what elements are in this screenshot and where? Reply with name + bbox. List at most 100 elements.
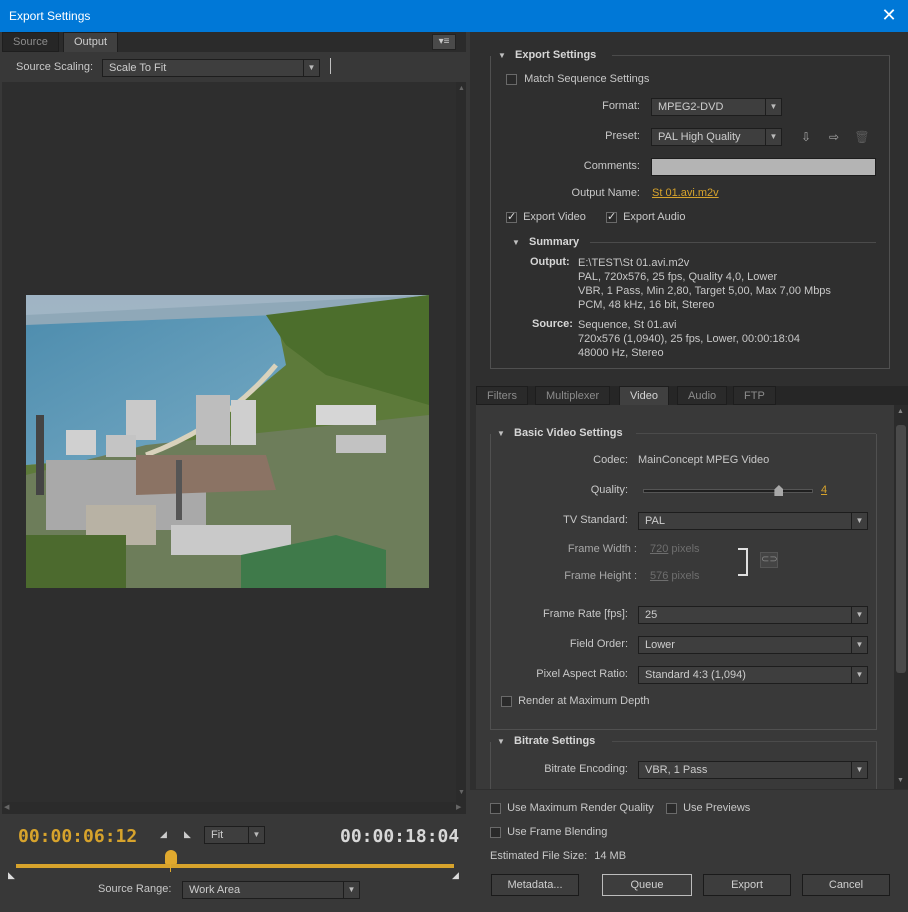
codec-value: MainConcept MPEG Video xyxy=(638,454,770,466)
import-preset-icon[interactable]: ⇨ xyxy=(826,130,842,144)
summary-source-line: 48000 Hz, Stereo xyxy=(578,347,664,359)
checkbox[interactable] xyxy=(606,210,617,223)
zoom-value: Fit xyxy=(211,829,224,841)
checkbox[interactable] xyxy=(506,210,517,223)
queue-button[interactable]: Queue xyxy=(602,874,692,896)
tab-filters[interactable]: Filters xyxy=(476,386,528,405)
summary-source-line: Sequence, St 01.avi xyxy=(578,319,677,331)
frame-blending-label: Use Frame Blending xyxy=(507,826,608,838)
frame-rate-label: Frame Rate [fps]: xyxy=(543,608,628,620)
viewer-vertical-scrollbar[interactable]: ▲ ▼ xyxy=(456,82,466,802)
scroll-up-icon[interactable]: ▲ xyxy=(458,85,465,92)
video-frame xyxy=(26,295,429,588)
preset-label: Preset: xyxy=(605,130,640,142)
chevron-down-icon: ▼ xyxy=(765,129,781,145)
scroll-up-icon[interactable]: ▲ xyxy=(897,408,904,415)
link-icon[interactable]: ⊂⊃ xyxy=(760,552,778,568)
tv-standard-label: TV Standard: xyxy=(563,514,628,526)
chevron-down-icon: ▼ xyxy=(851,607,867,623)
tab-source[interactable]: Source xyxy=(2,32,59,52)
format-label: Format: xyxy=(602,100,640,112)
metadata-button[interactable]: Metadata... xyxy=(491,874,579,896)
viewer-horizontal-scrollbar[interactable]: ◀ ▶ xyxy=(2,802,466,814)
tab-video[interactable]: Video xyxy=(619,386,669,405)
summary-output-line: E:\TEST\St 01.avi.m2v xyxy=(578,257,690,269)
playhead-line xyxy=(170,864,171,872)
frame-height: 576 pixels xyxy=(650,570,700,582)
checkbox[interactable] xyxy=(501,695,512,707)
source-scaling-value: Scale To Fit xyxy=(109,62,167,74)
match-sequence-label: Match Sequence Settings xyxy=(524,73,650,85)
source-range-dropdown[interactable]: Work Area ▼ xyxy=(182,881,360,899)
quality-value[interactable]: 4 xyxy=(821,484,827,496)
playhead-icon[interactable] xyxy=(165,850,177,864)
export-button[interactable]: Export xyxy=(703,874,791,896)
comments-label: Comments: xyxy=(583,160,640,172)
export-video-label: Export Video xyxy=(523,211,586,223)
render-max-depth-checkbox[interactable]: Render at Maximum Depth xyxy=(501,695,650,707)
frame-width-value[interactable]: 720 xyxy=(650,543,668,555)
scroll-thumb[interactable] xyxy=(896,425,906,673)
chevron-down-icon: ▼ xyxy=(343,882,359,898)
text-cursor xyxy=(330,58,331,74)
settings-scrollbar[interactable]: ▲ ▼ xyxy=(894,405,908,789)
tab-ftp[interactable]: FTP xyxy=(733,386,776,405)
scroll-down-icon[interactable]: ▼ xyxy=(897,777,904,784)
tv-standard-dropdown[interactable]: PAL ▼ xyxy=(638,512,868,530)
set-in-point-icon[interactable]: ◢ xyxy=(160,829,167,840)
use-previews-label: Use Previews xyxy=(683,802,751,814)
in-point-marker-icon[interactable]: ◣ xyxy=(8,870,15,881)
bitrate-encoding-value: VBR, 1 Pass xyxy=(645,764,708,776)
tab-audio[interactable]: Audio xyxy=(677,386,728,405)
quality-slider[interactable] xyxy=(643,485,813,496)
quality-label: Quality: xyxy=(590,484,628,496)
checkbox[interactable] xyxy=(506,73,517,85)
pixel-aspect-label: Pixel Aspect Ratio: xyxy=(536,668,628,680)
tab-multiplexer[interactable]: Multiplexer xyxy=(535,386,611,405)
chevron-down-icon: ▼ xyxy=(851,762,867,778)
checkbox[interactable] xyxy=(666,802,677,814)
preset-dropdown[interactable]: PAL High Quality ▼ xyxy=(651,128,782,146)
scroll-left-icon[interactable]: ◀ xyxy=(4,803,9,811)
comments-input[interactable] xyxy=(651,158,876,176)
tab-output[interactable]: Output xyxy=(63,32,119,52)
chevron-down-icon: ▼ xyxy=(851,667,867,683)
close-icon[interactable]: ✕ xyxy=(878,5,900,25)
pixel-aspect-value: Standard 4:3 (1,094) xyxy=(645,669,746,681)
zoom-dropdown[interactable]: Fit ▼ xyxy=(204,826,265,844)
tv-standard-value: PAL xyxy=(645,515,665,527)
frame-rate-dropdown[interactable]: 25 ▼ xyxy=(638,606,868,624)
panel-menu-icon[interactable]: ▾≡ xyxy=(432,34,456,50)
field-order-value: Lower xyxy=(645,639,675,651)
format-dropdown[interactable]: MPEG2-DVD ▼ xyxy=(651,98,782,116)
source-range-value: Work Area xyxy=(189,884,241,896)
out-point-marker-icon[interactable]: ◢ xyxy=(452,870,459,881)
match-sequence-checkbox[interactable]: Match Sequence Settings xyxy=(506,73,649,85)
checkbox[interactable] xyxy=(490,826,501,838)
chevron-down-icon: ▼ xyxy=(851,513,867,529)
trash-icon[interactable]: 🗑 xyxy=(854,130,870,144)
output-name-link[interactable]: St 01.avi.m2v xyxy=(652,187,719,199)
chevron-down-icon: ▼ xyxy=(303,60,319,76)
export-video-checkbox[interactable]: Export Video xyxy=(506,210,586,223)
cancel-button[interactable]: Cancel xyxy=(802,874,890,896)
source-scaling-dropdown[interactable]: Scale To Fit ▼ xyxy=(102,59,320,77)
scroll-down-icon[interactable]: ▼ xyxy=(458,789,465,796)
bitrate-encoding-dropdown[interactable]: VBR, 1 Pass ▼ xyxy=(638,761,868,779)
pixel-aspect-dropdown[interactable]: Standard 4:3 (1,094) ▼ xyxy=(638,666,868,684)
collapse-summary-icon[interactable]: ▼ xyxy=(512,238,520,247)
save-preset-icon[interactable]: ⇩ xyxy=(798,130,814,144)
field-order-dropdown[interactable]: Lower ▼ xyxy=(638,636,868,654)
frame-rate-value: 25 xyxy=(645,609,658,621)
export-audio-checkbox[interactable]: Export Audio xyxy=(606,210,685,223)
scroll-right-icon[interactable]: ▶ xyxy=(456,803,461,811)
work-area-bar[interactable] xyxy=(16,864,454,868)
use-previews-checkbox[interactable]: Use Previews xyxy=(666,802,750,814)
frame-blending-checkbox[interactable]: Use Frame Blending xyxy=(490,826,607,838)
frame-height-value[interactable]: 576 xyxy=(650,570,668,582)
max-render-quality-checkbox[interactable]: Use Maximum Render Quality xyxy=(490,802,654,814)
chevron-down-icon: ▼ xyxy=(765,99,781,115)
checkbox[interactable] xyxy=(490,802,501,814)
set-out-point-icon[interactable]: ◣ xyxy=(184,829,191,840)
current-timecode[interactable]: 00:00:06:12 xyxy=(18,826,137,847)
